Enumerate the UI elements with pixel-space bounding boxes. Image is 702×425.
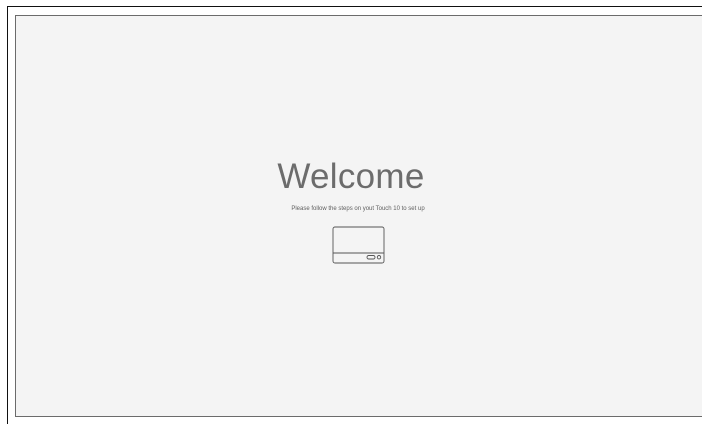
device-camera-dot [376, 255, 382, 260]
setup-instructions: Please follow the steps on yout Touch 10… [291, 206, 425, 212]
welcome-title: Welcome [277, 157, 425, 196]
device-body [332, 226, 385, 264]
welcome-screen [15, 15, 702, 417]
touch-10-device-icon [332, 226, 385, 264]
device-button [366, 255, 376, 260]
